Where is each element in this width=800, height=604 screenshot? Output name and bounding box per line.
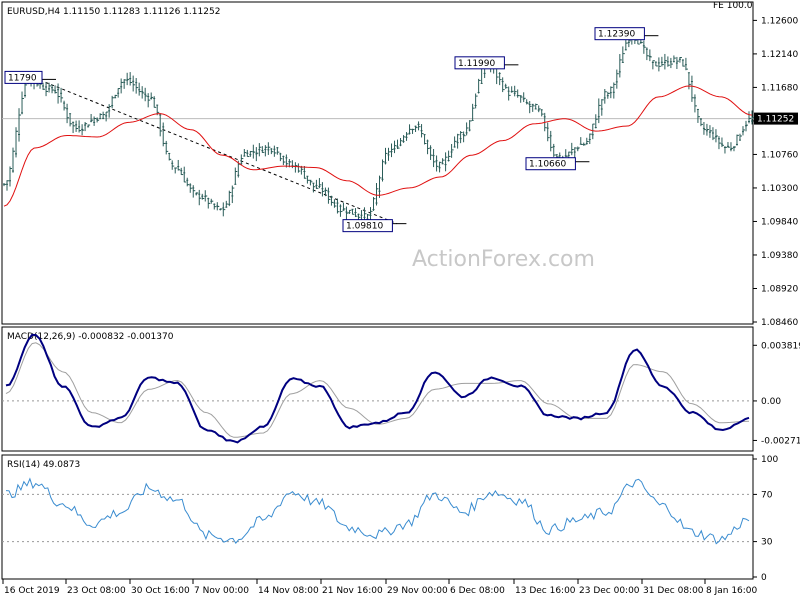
time-tick-label: 16 Oct 2019 bbox=[4, 586, 60, 596]
macd-tick-label: -0.002713 bbox=[761, 436, 800, 446]
macd-panel bbox=[1, 326, 754, 452]
time-tick-label: 8 Jan 16:00 bbox=[706, 586, 758, 596]
price-tick-label: 1.12140 bbox=[761, 50, 798, 60]
current-price-marker: 1.11252 bbox=[754, 112, 798, 125]
macd-title: MACD(12,26,9) -0.000832 -0.001370 bbox=[7, 332, 174, 342]
price-tick-label: 1.08920 bbox=[761, 284, 798, 294]
rsi-tick-label: 100 bbox=[761, 455, 778, 465]
watermark: ActionForex.com bbox=[412, 247, 595, 272]
price-tick-label: 1.12600 bbox=[761, 16, 798, 26]
chart-svg: EURUSD,H4 1.11150 1.11283 1.11126 1.1125… bbox=[0, 0, 800, 600]
annotation-label: 1.12390 bbox=[598, 30, 635, 40]
rsi-tick-label: 0 bbox=[761, 573, 767, 583]
time-tick-label: 6 Dec 08:00 bbox=[450, 586, 505, 596]
price-tick-label: 1.09380 bbox=[761, 251, 798, 261]
time-tick-label: 13 Dec 16:00 bbox=[515, 586, 576, 596]
time-tick-label: 23 Oct 08:00 bbox=[67, 586, 126, 596]
time-tick-label: 14 Nov 08:00 bbox=[258, 586, 319, 596]
time-tick-label: 29 Nov 00:00 bbox=[387, 586, 448, 596]
time-tick-label: 23 Dec 00:00 bbox=[579, 586, 640, 596]
annotation-label: 1.09810 bbox=[346, 222, 383, 232]
price-tick-label: 1.08460 bbox=[761, 318, 798, 328]
price-tick-label: 1.10300 bbox=[761, 184, 798, 194]
rsi-tick-label: 70 bbox=[761, 490, 773, 500]
corner-label: FE 100.0 bbox=[713, 1, 753, 11]
time-tick-label: 21 Nov 16:00 bbox=[322, 586, 383, 596]
rsi-title: RSI(14) 49.0873 bbox=[7, 460, 80, 470]
price-tick-label: 1.10760 bbox=[761, 150, 798, 160]
current-price-label: 1.11252 bbox=[757, 115, 794, 125]
time-tick-label: 7 Nov 00:00 bbox=[194, 586, 249, 596]
annotation-label: 1.10660 bbox=[529, 160, 566, 170]
annotation-label: 11790 bbox=[8, 73, 37, 83]
annotation-label: 1.11990 bbox=[458, 59, 495, 69]
macd-tick-label: 0.00 bbox=[761, 397, 781, 407]
price-tick-label: 1.11680 bbox=[761, 83, 798, 93]
time-tick-label: 31 Dec 08:00 bbox=[643, 586, 704, 596]
time-tick-label: 30 Oct 16:00 bbox=[131, 586, 190, 596]
price-tick-label: 1.09840 bbox=[761, 217, 798, 227]
chart-root: EURUSD,H4 1.11150 1.11283 1.11126 1.1125… bbox=[0, 0, 800, 600]
rsi-panel bbox=[1, 454, 754, 580]
price-title: EURUSD,H4 1.11150 1.11283 1.11126 1.1125… bbox=[7, 7, 220, 17]
rsi-tick-label: 30 bbox=[761, 538, 773, 548]
price-panel bbox=[1, 1, 754, 325]
macd-tick-label: 0.003819 bbox=[761, 341, 800, 351]
